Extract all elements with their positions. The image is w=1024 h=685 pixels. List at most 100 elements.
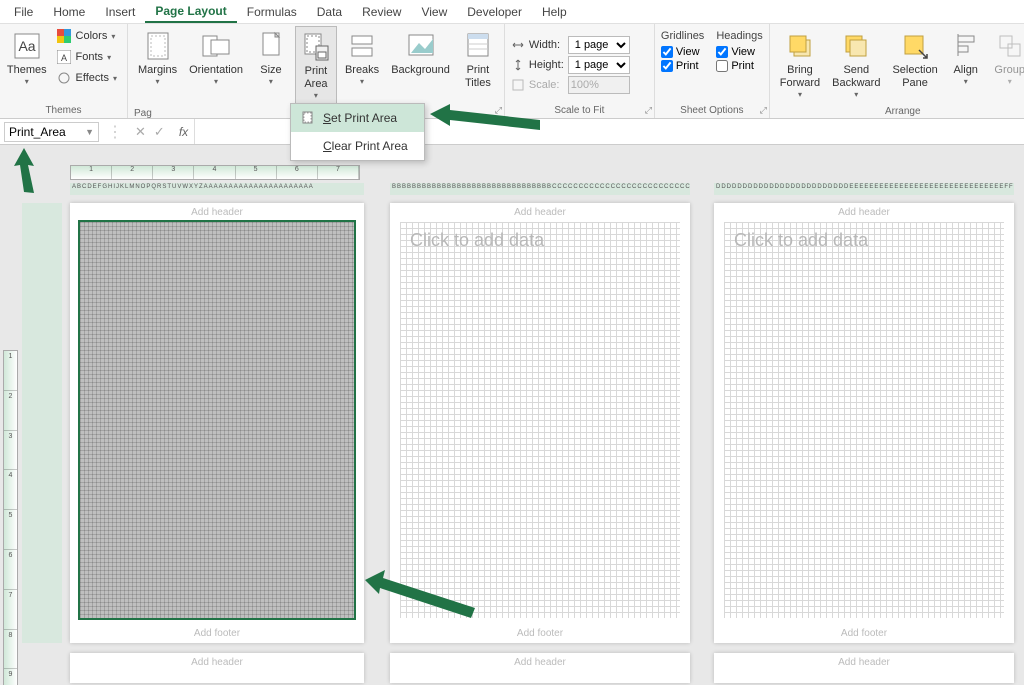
worksheet-area: 1234567 12345678910 ABCDEFGHIJKLMNOPQRST… [0, 145, 1024, 685]
clear-print-area-item[interactable]: Clear Print Area [291, 132, 424, 160]
page-2[interactable]: Add header Click to add data Add footer [390, 203, 690, 643]
page-setup-dialog-launcher[interactable]: ⤢ [495, 105, 502, 116]
gridlines-heading: Gridlines [661, 30, 704, 42]
page-1[interactable]: Add header Add footer [70, 203, 364, 643]
column-headers-3[interactable]: DDDDDDDDDDDDDDDDDDDDDDDDDEEEEEEEEEEEEEEE… [714, 183, 1014, 195]
cancel-formula-button[interactable]: ✕ [135, 124, 146, 140]
page-4[interactable]: Add header [70, 653, 364, 683]
tab-page-layout[interactable]: Page Layout [145, 1, 236, 23]
set-print-area-icon [301, 110, 317, 126]
height-label: Height: [529, 59, 564, 71]
chevron-down-icon: ▾ [25, 77, 29, 87]
background-button[interactable]: Background [387, 26, 454, 81]
send-backward-icon [840, 30, 872, 62]
headings-print-checkbox[interactable]: Print [716, 60, 762, 72]
formula-bar: Print_Area ▼ ⋮ ✕ ✓ fx [0, 119, 1024, 145]
send-backward-button[interactable]: Send Backward▾ [828, 26, 884, 104]
headings-view-checkbox[interactable]: View [716, 46, 762, 58]
click-to-add-data: Click to add data [410, 230, 544, 251]
ribbon-tabs: File Home Insert Page Layout Formulas Da… [0, 0, 1024, 24]
gridlines-print-checkbox[interactable]: Print [661, 60, 704, 72]
selection-pane-icon [899, 30, 931, 62]
scale-label: Scale: [529, 79, 564, 91]
size-button[interactable]: Size▾ [251, 26, 291, 91]
bring-forward-button[interactable]: Bring Forward▾ [776, 26, 824, 104]
group-scale-to-fit: Width: 1 page Height: 1 page Scale: Scal… [505, 24, 655, 118]
fonts-icon: A [56, 49, 72, 65]
headings-heading: Headings [716, 30, 762, 42]
tab-view[interactable]: View [411, 2, 457, 22]
set-print-area-rest: et Print Area [331, 111, 397, 125]
margins-icon [142, 30, 174, 62]
enter-formula-button[interactable]: ✓ [154, 124, 165, 140]
height-icon [511, 58, 525, 72]
group-sheet-options: Gridlines View Print Headings View Print… [655, 24, 770, 118]
align-button[interactable]: Align▾ [946, 26, 986, 91]
page-footer[interactable]: Add footer [70, 624, 364, 643]
horizontal-ruler: 1234567 [70, 165, 360, 180]
effects-button[interactable]: Effects▾ [52, 68, 121, 88]
sheet-options-dialog-launcher[interactable]: ⤢ [760, 105, 767, 116]
print-area-icon [300, 31, 332, 63]
tab-insert[interactable]: Insert [95, 2, 145, 22]
print-area-dropdown: Set Print Area Clear Print Area [290, 103, 425, 161]
group-themes: Aa Themes ▾ Colors▾ A Fonts▾ Effects▾ [0, 24, 128, 118]
fx-button[interactable]: fx [173, 125, 194, 139]
group-arrange: Bring Forward▾ Send Backward▾ Selection … [770, 24, 1024, 118]
svg-text:Aa: Aa [18, 38, 35, 54]
tab-file[interactable]: File [4, 2, 43, 22]
tab-home[interactable]: Home [43, 2, 95, 22]
orientation-button[interactable]: Orientation▾ [185, 26, 247, 91]
width-icon [511, 38, 525, 52]
row-headers[interactable] [22, 203, 62, 643]
height-select[interactable]: 1 page [568, 56, 630, 74]
breaks-button[interactable]: Breaks▾ [341, 26, 383, 91]
tab-help[interactable]: Help [532, 2, 577, 22]
tab-review[interactable]: Review [352, 2, 411, 22]
scale-input [568, 76, 630, 94]
margins-button[interactable]: Margins▾ [134, 26, 181, 91]
print-area-button[interactable]: Print Area▾ [295, 26, 337, 106]
size-icon [255, 30, 287, 62]
page-6[interactable]: Add header [714, 653, 1014, 683]
themes-icon: Aa [11, 30, 43, 62]
tab-developer[interactable]: Developer [457, 2, 532, 22]
page-3[interactable]: Add header Click to add data Add footer [714, 203, 1014, 643]
fonts-button[interactable]: A Fonts▾ [52, 47, 121, 67]
effects-icon [56, 70, 72, 86]
themes-button[interactable]: Aa Themes ▾ [6, 26, 48, 91]
page-body-selected[interactable] [80, 222, 354, 618]
scale-dialog-launcher[interactable]: ⤢ [645, 105, 652, 116]
selection-pane-button[interactable]: Selection Pane [888, 26, 941, 94]
group-label-arrange: Arrange [776, 104, 1024, 119]
width-label: Width: [529, 39, 564, 51]
print-titles-button[interactable]: Print Titles [458, 26, 498, 94]
tab-formulas[interactable]: Formulas [237, 2, 307, 22]
clear-print-area-rest: lear Print Area [332, 139, 408, 153]
set-print-area-item[interactable]: Set Print Area [291, 104, 424, 132]
orientation-icon [200, 30, 232, 62]
themes-label: Themes [7, 64, 47, 77]
svg-text:A: A [61, 53, 67, 63]
column-headers-1[interactable]: ABCDEFGHIJKLMNOPQRSTUVWXYZAAAAAAAAAAAAAA… [70, 183, 364, 195]
name-box[interactable]: Print_Area ▼ [4, 122, 99, 142]
tab-data[interactable]: Data [307, 2, 352, 22]
ribbon: Aa Themes ▾ Colors▾ A Fonts▾ Effects▾ [0, 24, 1024, 119]
vertical-ruler: 12345678910 [3, 350, 18, 685]
page-5[interactable]: Add header [390, 653, 690, 683]
colors-button[interactable]: Colors▾ [52, 26, 121, 46]
group-label-themes: Themes [6, 103, 121, 118]
width-select[interactable]: 1 page [568, 36, 630, 54]
align-icon [950, 30, 982, 62]
print-titles-icon [462, 30, 494, 62]
scale-icon [511, 78, 525, 92]
background-icon [405, 30, 437, 62]
name-box-value: Print_Area [9, 125, 66, 139]
column-headers-2[interactable]: BBBBBBBBBBBBBBBBBBBBBBBBBBBBBBBBCCCCCCCC… [390, 183, 690, 195]
group-button[interactable]: Group▾ [990, 26, 1024, 91]
name-box-dropdown-icon[interactable]: ▼ [85, 127, 94, 137]
page-header[interactable]: Add header [70, 203, 364, 222]
colors-icon [56, 28, 72, 44]
breaks-icon [346, 30, 378, 62]
gridlines-view-checkbox[interactable]: View [661, 46, 704, 58]
